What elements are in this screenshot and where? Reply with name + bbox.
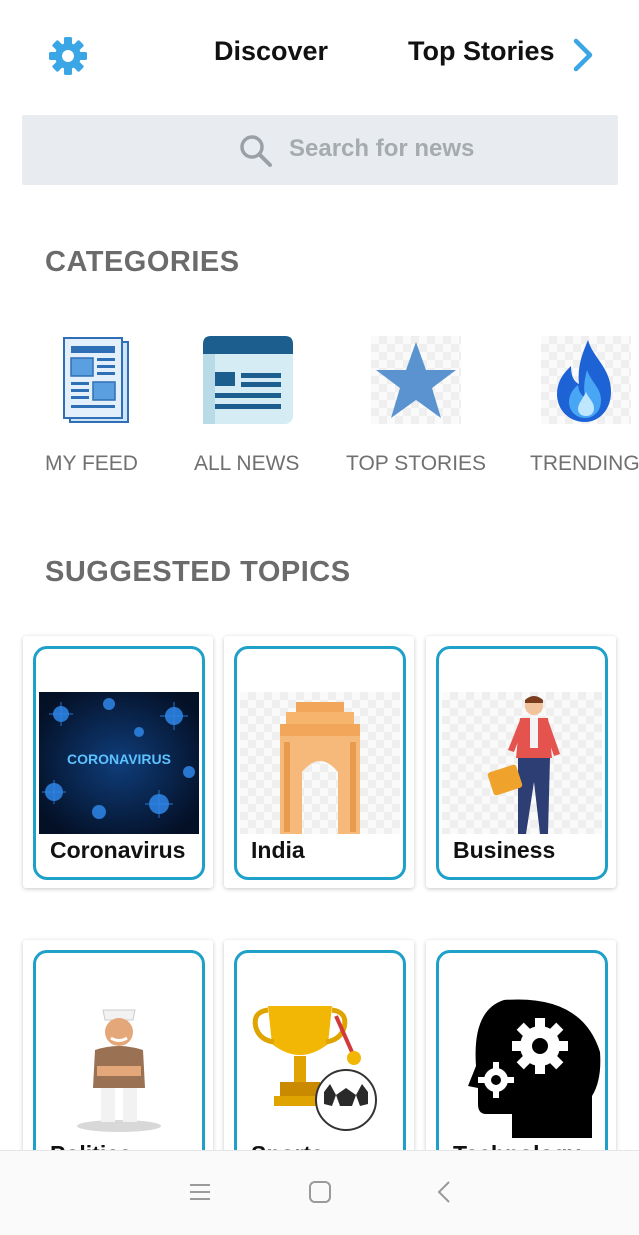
category-label: TOP STORIES — [346, 452, 487, 475]
india-gate-image — [240, 692, 400, 834]
topic-card-business[interactable]: Business — [426, 636, 616, 888]
gear-icon[interactable] — [48, 36, 88, 76]
topic-card-frame: Business — [436, 646, 608, 880]
trophy-ball-image — [240, 996, 400, 1138]
newspaper-icon — [63, 337, 129, 423]
search-bar[interactable]: Search for news — [22, 115, 618, 185]
topic-card-coronavirus[interactable]: CORONAVIRUS Coronavirus — [23, 636, 213, 888]
search-input[interactable]: Search for news — [289, 135, 474, 163]
topic-label: India — [251, 837, 305, 863]
category-label: MY FEED — [45, 452, 138, 475]
category-label: ALL NEWS — [194, 452, 300, 475]
topic-card-india[interactable]: India — [224, 636, 414, 888]
businessman-image — [442, 692, 602, 834]
top-header: Discover Top Stories — [0, 0, 639, 110]
suggested-topics-title: SUGGESTED TOPICS — [45, 556, 351, 588]
back-icon[interactable] — [434, 1180, 454, 1204]
category-label: TRENDING — [530, 452, 639, 475]
topic-label: Coronavirus — [50, 837, 186, 863]
system-navigation-bar — [0, 1150, 639, 1235]
star-icon — [371, 336, 461, 424]
politician-image — [39, 996, 199, 1138]
chevron-right-icon[interactable] — [570, 37, 596, 73]
categories-title: CATEGORIES — [45, 246, 240, 278]
coronavirus-image-text: CORONAVIRUS — [67, 751, 171, 767]
news-list-icon — [203, 336, 293, 424]
tab-top-stories[interactable]: Top Stories — [408, 36, 555, 67]
topic-card-frame: India — [234, 646, 406, 880]
topic-card-frame: CORONAVIRUS Coronavirus — [33, 646, 205, 880]
menu-icon[interactable] — [188, 1180, 212, 1204]
topic-label: Business — [453, 837, 556, 863]
coronavirus-image: CORONAVIRUS — [39, 692, 199, 834]
technology-head-image — [442, 996, 602, 1138]
tab-discover[interactable]: Discover — [214, 36, 328, 67]
search-icon — [240, 135, 272, 167]
home-icon[interactable] — [308, 1180, 332, 1204]
flame-icon — [541, 336, 631, 424]
